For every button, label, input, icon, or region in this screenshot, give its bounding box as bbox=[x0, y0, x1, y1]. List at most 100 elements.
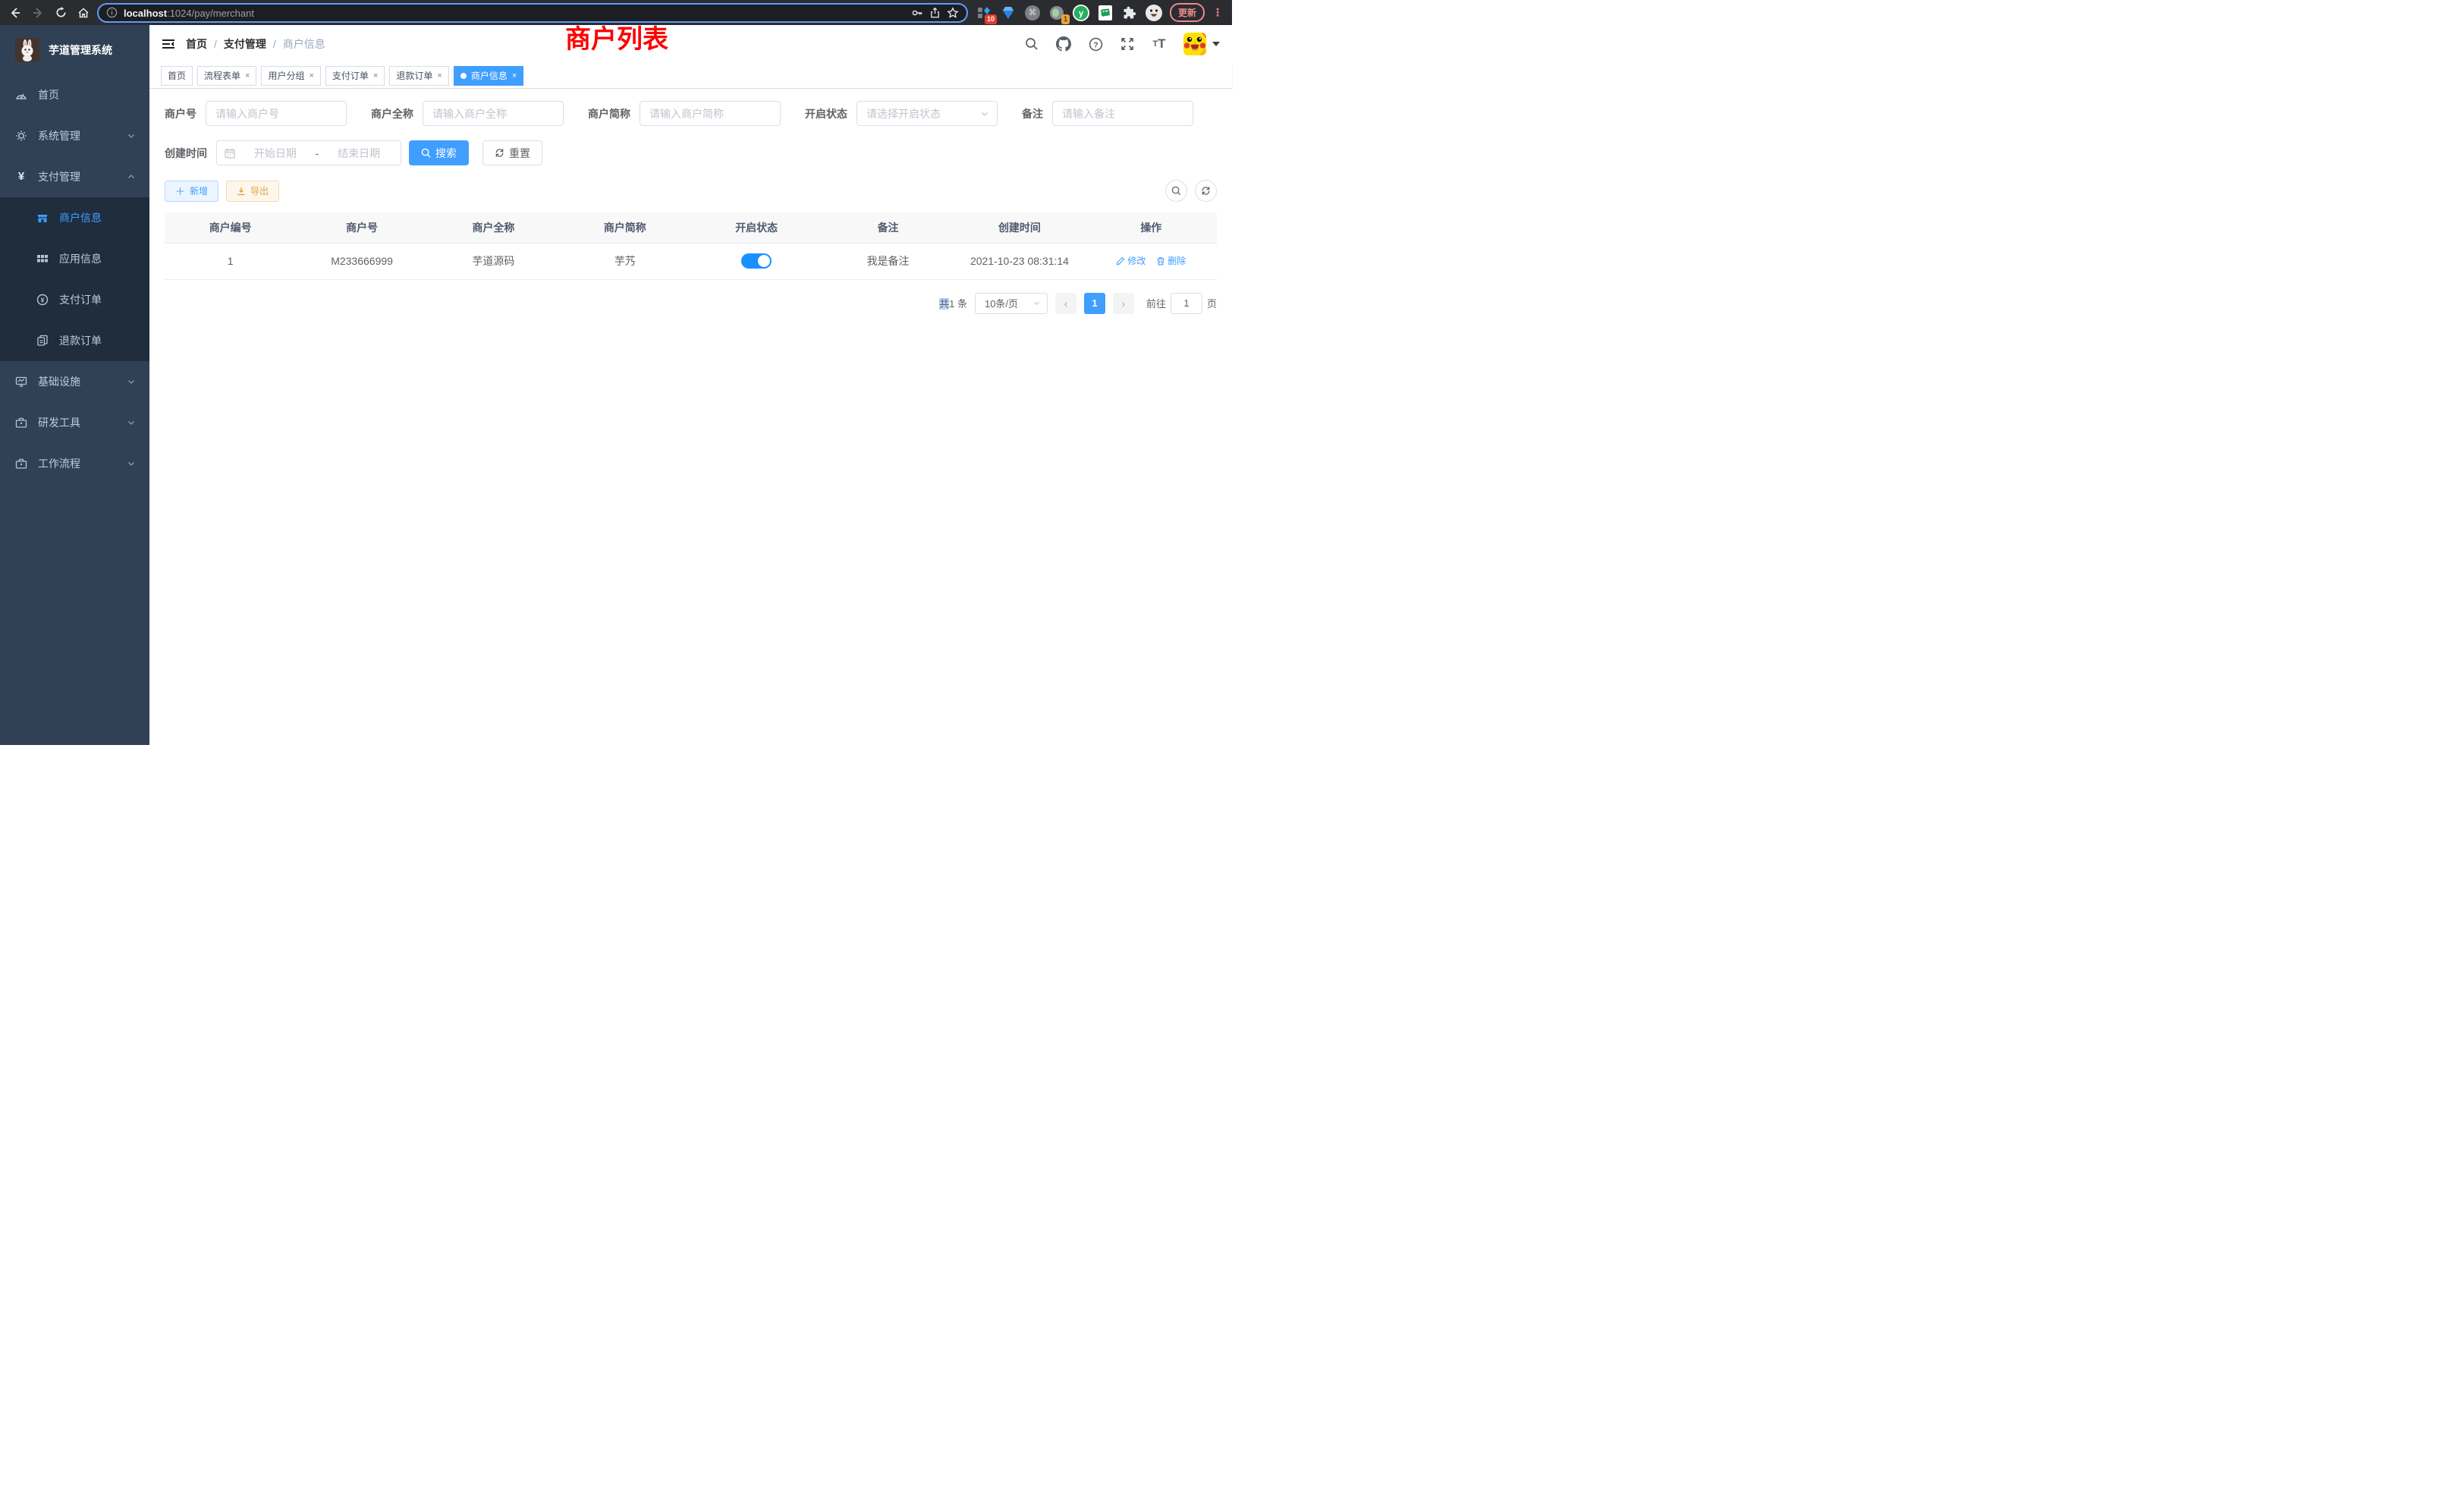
table-header-row: 商户编号 商户号 商户全称 商户简称 开启状态 备注 创建时间 操作 bbox=[165, 212, 1217, 243]
chevron-down-icon bbox=[127, 131, 136, 140]
page-size-value: 10条/页 bbox=[985, 296, 1032, 310]
font-size-icon[interactable]: TT bbox=[1152, 36, 1167, 52]
extension-gem-icon[interactable] bbox=[1000, 5, 1017, 21]
search-icon bbox=[421, 148, 431, 158]
site-info-icon[interactable] bbox=[106, 7, 118, 18]
browser-update-button[interactable]: 更新 bbox=[1170, 3, 1205, 22]
column-header: 商户全称 bbox=[428, 212, 559, 243]
status-toggle[interactable] bbox=[741, 253, 772, 269]
filter-row-2: 创建时间 开始日期 - 结束日期 搜索 重置 bbox=[165, 140, 1217, 165]
extension-command-icon[interactable]: ⌘ bbox=[1024, 5, 1041, 21]
help-icon[interactable]: ? bbox=[1088, 36, 1103, 52]
delete-link[interactable]: 删除 bbox=[1156, 254, 1186, 267]
chevron-down-icon bbox=[1032, 299, 1041, 307]
remark-input[interactable] bbox=[1052, 101, 1193, 126]
sidebar-item-refund-order[interactable]: 退款订单 bbox=[0, 320, 149, 361]
password-key-icon[interactable] bbox=[911, 7, 923, 19]
export-button[interactable]: 导出 bbox=[226, 181, 279, 202]
back-icon[interactable] bbox=[6, 4, 24, 22]
tab-label: 用户分组 bbox=[268, 69, 304, 82]
extensions-puzzle-icon[interactable] bbox=[1121, 5, 1138, 21]
sidebar-collapse-icon[interactable] bbox=[162, 38, 175, 50]
status-select[interactable]: 请选择开启状态 bbox=[856, 101, 998, 126]
svg-text:¥: ¥ bbox=[41, 296, 45, 303]
sidebar-item-label: 首页 bbox=[38, 87, 59, 102]
address-bar[interactable]: localhost:1024/pay/merchant bbox=[97, 3, 968, 23]
page-size-select[interactable]: 10条/页 bbox=[975, 293, 1048, 314]
tab-label: 退款订单 bbox=[396, 69, 432, 82]
sidebar-logo[interactable]: 芋道管理系统 bbox=[0, 25, 149, 74]
command-glyph: ⌘ bbox=[1025, 5, 1040, 20]
breadcrumb-home[interactable]: 首页 bbox=[186, 36, 207, 52]
sidebar-item-merchant-info[interactable]: 商户信息 bbox=[0, 197, 149, 238]
extension-timer-icon[interactable]: 1 bbox=[1048, 5, 1065, 21]
tab-pay-order[interactable]: 支付订单× bbox=[325, 66, 385, 86]
cell-status bbox=[691, 243, 822, 279]
logo-rabbit-image bbox=[15, 38, 39, 62]
page-number-1[interactable]: 1 bbox=[1084, 293, 1105, 314]
page-content: 商户号 商户全称 商户简称 开启状态 请选择开启状态 bbox=[149, 89, 1232, 745]
merchant-no-input[interactable] bbox=[206, 101, 347, 126]
extension-y-icon[interactable]: y bbox=[1073, 5, 1089, 21]
sidebar-item-workflow[interactable]: 工作流程 bbox=[0, 443, 149, 484]
forward-icon[interactable] bbox=[29, 4, 47, 22]
close-icon[interactable]: × bbox=[373, 71, 378, 80]
sidebar-item-dev-tools[interactable]: 研发工具 bbox=[0, 402, 149, 443]
goto-page-input[interactable] bbox=[1171, 293, 1202, 314]
tab-user-group[interactable]: 用户分组 × bbox=[261, 66, 320, 86]
close-icon[interactable]: × bbox=[309, 71, 313, 80]
delete-label: 删除 bbox=[1168, 254, 1186, 267]
github-icon[interactable] bbox=[1056, 36, 1071, 52]
chevron-up-icon bbox=[127, 172, 136, 181]
filter-create-time: 创建时间 开始日期 - 结束日期 bbox=[165, 140, 401, 165]
close-icon[interactable]: × bbox=[512, 71, 517, 80]
share-icon[interactable] bbox=[929, 7, 941, 19]
home-icon[interactable] bbox=[74, 4, 93, 22]
tab-process-form[interactable]: 流程表单× bbox=[197, 66, 256, 86]
edit-link[interactable]: 修改 bbox=[1116, 254, 1146, 267]
show-search-toggle-button[interactable] bbox=[1165, 180, 1187, 202]
sidebar-item-payment[interactable]: ¥ 支付管理 bbox=[0, 156, 149, 197]
sidebar-item-label: 退款订单 bbox=[59, 333, 102, 348]
sidebar-item-app-info[interactable]: 应用信息 bbox=[0, 238, 149, 279]
search-button[interactable]: 搜索 bbox=[409, 140, 469, 165]
gear-icon bbox=[15, 130, 27, 142]
search-icon[interactable] bbox=[1024, 36, 1039, 52]
breadcrumb: 首页 / 支付管理 / 商户信息 bbox=[186, 36, 325, 52]
reset-button[interactable]: 重置 bbox=[482, 140, 542, 165]
date-range-picker[interactable]: 开始日期 - 结束日期 bbox=[216, 140, 401, 165]
sidebar-item-pay-order[interactable]: ¥ 支付订单 bbox=[0, 279, 149, 320]
close-icon[interactable]: × bbox=[437, 71, 442, 80]
sidebar-item-label: 应用信息 bbox=[59, 251, 102, 266]
refresh-table-button[interactable] bbox=[1195, 180, 1217, 202]
extension-chat-icon[interactable] bbox=[1097, 5, 1114, 21]
add-button[interactable]: ＋ 新增 bbox=[165, 181, 218, 202]
tab-label: 首页 bbox=[168, 69, 186, 82]
tab-home[interactable]: 首页 bbox=[161, 66, 193, 86]
full-name-input[interactable] bbox=[423, 101, 564, 126]
sidebar-item-label: 支付订单 bbox=[59, 292, 102, 307]
calendar-icon bbox=[225, 148, 235, 159]
sidebar-item-infrastructure[interactable]: 基础设施 bbox=[0, 361, 149, 402]
tab-refund-order[interactable]: 退款订单 × bbox=[389, 66, 448, 86]
browser-menu-icon[interactable]: ⋮ bbox=[1212, 6, 1223, 19]
refresh-icon bbox=[495, 148, 504, 158]
prev-page-button[interactable]: ‹ bbox=[1055, 293, 1076, 314]
storefront-icon bbox=[36, 212, 49, 224]
goto-label: 前往 bbox=[1146, 296, 1166, 310]
tab-merchant-info[interactable]: 商户信息× bbox=[454, 66, 523, 86]
bookmark-star-icon[interactable] bbox=[947, 7, 959, 19]
next-page-button[interactable]: › bbox=[1113, 293, 1134, 314]
reload-icon[interactable] bbox=[52, 4, 70, 22]
user-avatar-menu[interactable] bbox=[1183, 33, 1220, 55]
sidebar-item-home[interactable]: 首页 bbox=[0, 74, 149, 115]
column-header: 商户简称 bbox=[559, 212, 690, 243]
short-name-input[interactable] bbox=[640, 101, 781, 126]
close-icon[interactable]: × bbox=[245, 71, 250, 80]
profile-emoji-avatar[interactable] bbox=[1146, 5, 1162, 21]
extension-grid-icon[interactable]: 10 bbox=[976, 5, 992, 21]
sidebar-item-system[interactable]: 系统管理 bbox=[0, 115, 149, 156]
fullscreen-icon[interactable] bbox=[1120, 36, 1135, 52]
breadcrumb-payment[interactable]: 支付管理 bbox=[224, 36, 266, 52]
cell-short-name: 芋艿 bbox=[559, 243, 690, 279]
